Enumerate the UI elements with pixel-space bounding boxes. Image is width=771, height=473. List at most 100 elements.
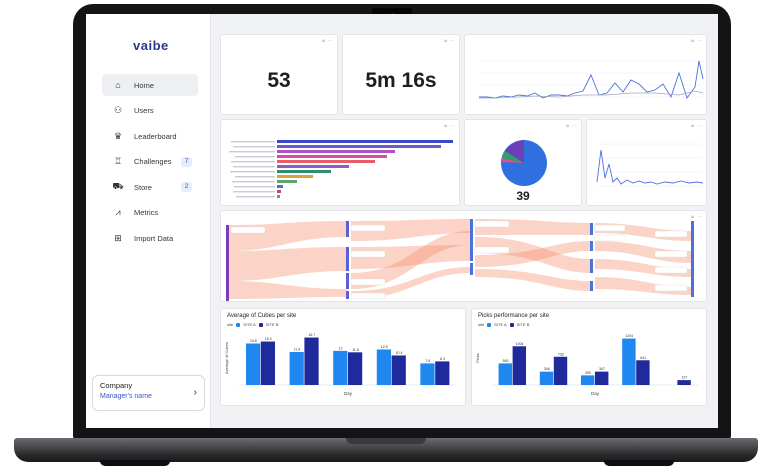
picks-bar-chart: Picks Day 560 1004 346 732 250 347 1204 641 127 <box>475 334 698 396</box>
data-label: 12.5 <box>381 345 388 349</box>
data-label: 14.6 <box>250 339 257 343</box>
data-label: 1204 <box>625 334 633 338</box>
donut-value: 39 <box>516 189 530 203</box>
bar-site-a <box>580 375 595 385</box>
app-screen: vaibe ⌂ Home ⚇ Users ♛ Leaderboard ♖ Cha… <box>86 14 718 428</box>
bars <box>277 140 453 198</box>
bar-site-b <box>435 361 450 385</box>
bar-site-a <box>498 363 512 385</box>
sidebar-item-users[interactable]: ⚇ Users <box>102 100 198 122</box>
data-label: 15.3 <box>265 337 272 341</box>
sidebar-item-import-data[interactable]: ⊞ Import Data <box>102 227 198 249</box>
laptop-hinge <box>346 438 426 444</box>
bar-site-b <box>260 341 276 385</box>
bar-labels <box>229 141 275 198</box>
horizontal-bar-chart <box>229 140 453 198</box>
logins-card: ⊙ ⋯ 53 <box>220 34 338 115</box>
data-label: 641 <box>640 356 646 360</box>
company-name: Company <box>100 381 133 390</box>
data-label: 16.7 <box>308 333 315 337</box>
sidebar-item-label: Metrics <box>134 208 159 217</box>
sidebar-item-metrics[interactable]: ⩘ Metrics <box>102 202 198 224</box>
challenges-count-badge: 7 <box>181 156 192 167</box>
laptop-foot-left <box>100 460 170 466</box>
avg-cubes-bar-chart: Average of Cubes Day 14.6 15.3 11.6 16.7 12 11.… <box>224 333 457 396</box>
laptop-foot-right <box>604 460 674 466</box>
data-label: 127 <box>681 376 687 380</box>
trend-series-a <box>479 60 704 99</box>
sidebar-item-home[interactable]: ⌂ Home <box>102 74 198 96</box>
bar-site-b <box>677 380 691 385</box>
bar-site-b <box>636 360 650 385</box>
avg-time-value: 5m 16s <box>365 69 437 92</box>
avg-time-card: ⊙ ⋯ 5m 16s <box>342 34 460 115</box>
bar-site-b <box>595 371 609 385</box>
crown-icon: ♛ <box>113 130 123 141</box>
data-label: 560 <box>503 359 509 363</box>
secondary-line-card: ⊙ ⋯ <box>586 119 707 206</box>
bar-site-a <box>333 350 348 385</box>
card-action-icon[interactable]: ⊙ <box>444 39 447 43</box>
bar-site-a <box>420 363 435 385</box>
sidebar-item-leaderboard[interactable]: ♛ Leaderboard <box>102 125 198 147</box>
donut-card: ⊙ ⋯ 39 <box>464 119 582 206</box>
chevron-right-icon: › <box>193 387 197 398</box>
home-icon: ⌂ <box>115 80 121 90</box>
data-label: 12 <box>339 346 343 350</box>
y-axis-label: Picks <box>475 353 480 363</box>
y-axis-label: Average of Cubes <box>224 342 229 374</box>
sankey-chart <box>226 219 694 301</box>
sidebar-item-label: Leaderboard <box>134 131 177 141</box>
x-axis-label: Day <box>591 391 600 396</box>
secondary-line-chart <box>596 143 704 187</box>
brand-logo[interactable]: vaibe <box>133 38 169 53</box>
more-icon[interactable]: ⋯ <box>450 38 455 44</box>
users-icon: ⚇ <box>113 105 123 115</box>
sidebar-item-label: Store <box>134 182 152 192</box>
manager-name: Manager's name <box>100 393 152 400</box>
page-breakdown-card: ⊙ ⋯ <box>220 119 460 206</box>
data-label: 8.3 <box>440 357 445 361</box>
sidebar-item-label: Challenges <box>134 157 172 166</box>
data-label: 7.6 <box>425 359 430 363</box>
bar-site-a <box>622 338 636 385</box>
data-label: 10.4 <box>396 351 403 355</box>
trend-line-card: ⊙ ⋯ <box>464 34 707 115</box>
data-label: 347 <box>599 367 605 371</box>
bar-site-b <box>304 337 319 385</box>
bar-site-b <box>512 346 527 385</box>
data-label: 1004 <box>516 342 524 346</box>
more-icon[interactable]: ⋯ <box>328 38 333 44</box>
table-icon: ⊞ <box>114 232 122 243</box>
bar-site-a <box>539 371 554 385</box>
metrics-icon: ⩘ <box>115 207 121 217</box>
sidebar-item-label: Import Data <box>134 233 174 243</box>
sidebar-item-label: Users <box>134 106 154 115</box>
bar-site-b <box>348 352 363 385</box>
data-label: 11.5 <box>352 348 359 352</box>
bar-site-a <box>245 343 261 385</box>
sidebar-item-store[interactable]: ⛟ Store 2 <box>102 176 198 198</box>
store-count-badge: 2 <box>181 182 192 192</box>
trend-x-ticks <box>479 101 701 105</box>
cart-icon: ⛟ <box>112 181 124 191</box>
company-switcher[interactable]: Company Manager's name › <box>92 375 205 411</box>
bar-site-a <box>289 352 304 385</box>
sidebar-nav: ⌂ Home ⚇ Users ♛ Leaderboard ♖ Challenge… <box>102 74 198 253</box>
trophy-icon: ♖ <box>113 156 123 166</box>
sidebar-item-label: Home <box>134 80 155 90</box>
card-action-icon[interactable]: ⊙ <box>322 39 325 43</box>
secondary-series <box>596 149 704 185</box>
data-label: 732 <box>558 352 564 356</box>
sidebar-item-challenges[interactable]: ♖ Challenges 7 <box>102 151 198 173</box>
avg-cubes-card: Average of Cubes per site site SITE A SI… <box>220 308 466 406</box>
user-paths-sankey-card: ⊙ ⋯ <box>220 210 707 302</box>
trend-line-chart <box>479 60 704 105</box>
sidebar: vaibe ⌂ Home ⚇ Users ♛ Leaderboard ♖ Cha… <box>86 14 211 428</box>
x-axis-label: Day <box>344 391 353 396</box>
data-label: 346 <box>544 367 550 371</box>
laptop-mockup: vaibe ⌂ Home ⚇ Users ♛ Leaderboard ♖ Cha… <box>0 0 771 473</box>
bar-site-b <box>391 355 406 385</box>
logins-value: 53 <box>267 69 291 92</box>
bar-site-b <box>553 356 568 385</box>
